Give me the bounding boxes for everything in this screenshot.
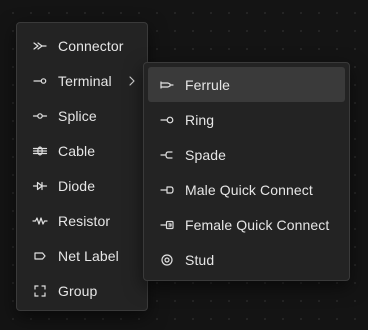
submenu-item-label: Ferrule: [185, 76, 231, 93]
menu-item-label: Splice: [58, 107, 97, 124]
connector-icon: [32, 38, 48, 54]
submenu-item-label: Ring: [185, 111, 215, 128]
submenu-item-label: Stud: [185, 251, 215, 268]
terminal-icon: [32, 73, 48, 89]
splice-icon: [32, 108, 48, 124]
spade-icon: [159, 147, 175, 163]
submenu-item-ferrule[interactable]: Ferrule: [148, 67, 345, 102]
menu-item-net-label[interactable]: Net Label: [17, 238, 147, 273]
menu-item-label: Connector: [58, 37, 124, 54]
chevron-right-icon: [128, 75, 136, 86]
resistor-icon: [32, 213, 48, 229]
submenu-item-male-quick-connect[interactable]: Male Quick Connect: [148, 172, 345, 207]
menu-item-group[interactable]: Group: [17, 273, 147, 308]
submenu-item-spade[interactable]: Spade: [148, 137, 345, 172]
context-menu: Connector Terminal Splice Cable Diode Re…: [16, 22, 148, 311]
menu-item-label: Resistor: [58, 212, 111, 229]
submenu-item-ring[interactable]: Ring: [148, 102, 345, 137]
group-icon: [32, 283, 48, 299]
stud-icon: [159, 252, 175, 268]
terminal-submenu: Ferrule Ring Spade Male Quick Connect Fe…: [143, 62, 350, 281]
female-quick-connect-icon: [159, 217, 175, 233]
menu-item-label: Cable: [58, 142, 96, 159]
diode-icon: [32, 178, 48, 194]
submenu-item-label: Spade: [185, 146, 226, 163]
menu-item-terminal[interactable]: Terminal: [17, 63, 147, 98]
menu-item-diode[interactable]: Diode: [17, 168, 147, 203]
menu-item-splice[interactable]: Splice: [17, 98, 147, 133]
net-label-icon: [32, 248, 48, 264]
menu-item-resistor[interactable]: Resistor: [17, 203, 147, 238]
cable-icon: [32, 143, 48, 159]
ring-icon: [159, 112, 175, 128]
ferrule-icon: [159, 77, 175, 93]
male-quick-connect-icon: [159, 182, 175, 198]
menu-item-label: Terminal: [58, 72, 112, 89]
menu-item-cable[interactable]: Cable: [17, 133, 147, 168]
menu-item-label: Group: [58, 282, 98, 299]
menu-item-label: Net Label: [58, 247, 119, 264]
submenu-item-label: Male Quick Connect: [185, 181, 313, 198]
submenu-item-stud[interactable]: Stud: [148, 242, 345, 277]
menu-item-label: Diode: [58, 177, 96, 194]
submenu-item-female-quick-connect[interactable]: Female Quick Connect: [148, 207, 345, 242]
menu-item-connector[interactable]: Connector: [17, 28, 147, 63]
submenu-item-label: Female Quick Connect: [185, 216, 330, 233]
